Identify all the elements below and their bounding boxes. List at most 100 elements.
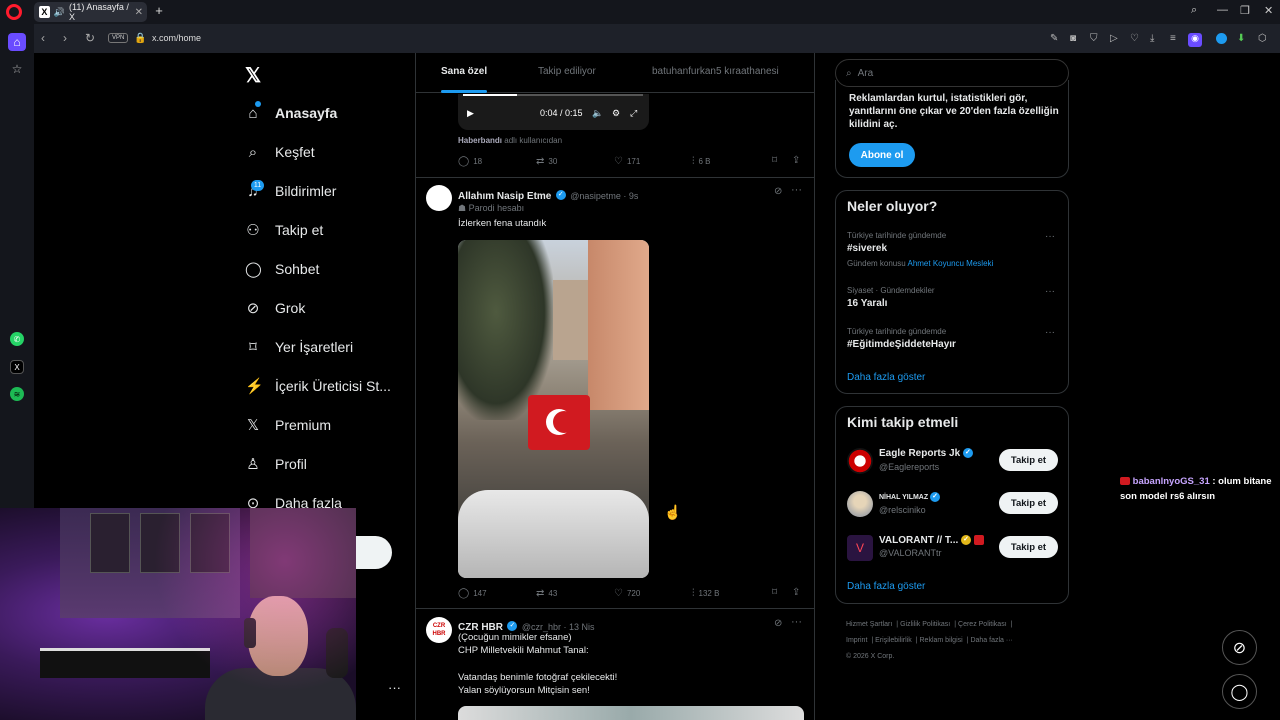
more-icon[interactable]: ··· (1045, 286, 1055, 297)
nav-grok[interactable]: ⊘ Grok (245, 296, 306, 320)
bookmark-button[interactable]: ⌑ (772, 587, 777, 598)
shield-icon[interactable]: ⛉ (1090, 33, 1098, 44)
trend-name[interactable]: #EğitimdeŞiddeteHayır (847, 339, 956, 350)
valorant-logo-icon[interactable]: V (847, 535, 873, 561)
edit-icon[interactable]: ✎ (1050, 33, 1058, 44)
follow-name[interactable]: NİHAL YILMAZ ✓ (879, 492, 941, 502)
play-icon[interactable]: ▷ (1110, 33, 1118, 44)
star-icon[interactable]: ☆ (8, 60, 26, 78)
x-logo-icon[interactable]: 𝕏 (245, 63, 261, 88)
messages-fab-button[interactable]: ◯ (1222, 674, 1257, 709)
follow-name[interactable]: VALORANT // T... ✓ (879, 535, 984, 546)
account-more-icon[interactable]: ··· (388, 680, 401, 695)
follow-name[interactable]: Eagle Reports Jk ✓ (879, 448, 973, 459)
repost-button[interactable]: ⇄ 43 (536, 588, 557, 599)
bookmark-button[interactable]: ⌑ (772, 155, 777, 166)
back-icon[interactable]: ‹ (41, 31, 45, 45)
spotify-icon[interactable]: ≋ (10, 387, 24, 401)
follow-handle[interactable]: @VALORANTtr (879, 548, 941, 558)
repost-button[interactable]: ⇄ 30 (536, 156, 557, 167)
nav-home[interactable]: ⌂ Anasayfa (245, 101, 337, 125)
reload-icon[interactable]: ↻ (85, 31, 95, 45)
post1-handle[interactable]: @nasipetme · 9s (570, 191, 638, 201)
more-icon[interactable]: ··· (791, 184, 802, 196)
maximize-icon[interactable]: ❐ (1240, 4, 1250, 17)
nav-explore[interactable]: ⌕ Keşfet (245, 140, 315, 164)
grok-icon[interactable]: ⊘ (774, 186, 782, 197)
footer-link[interactable]: Reklam bilgisi (920, 637, 963, 644)
share-button[interactable]: ⇪ (792, 587, 800, 598)
views-button[interactable]: ⫶ 132 B (692, 588, 719, 599)
browser-home-icon[interactable]: ⌂ (8, 33, 26, 51)
play-icon[interactable]: ▶ (467, 108, 474, 119)
extension-2-icon[interactable]: ⬇ (1237, 33, 1245, 44)
trend-topic-link[interactable]: Ahmet Koyuncu Mesleki (907, 259, 993, 268)
forward-icon[interactable]: › (63, 31, 67, 45)
browser-search-icon[interactable]: ⌕ (1191, 4, 1197, 17)
footer-link[interactable]: Hizmet Şartları (846, 621, 892, 628)
footer-link[interactable]: Erişilebilirlik (875, 637, 912, 644)
reply-button[interactable]: ◯ 18 (458, 156, 482, 167)
follow-handle[interactable]: @Eaglereports (879, 462, 939, 472)
post2-media[interactable] (458, 706, 804, 720)
views-button[interactable]: ⫶ 6 B (692, 156, 711, 167)
nav-profile[interactable]: ♙ Profil (245, 452, 307, 476)
vpn-badge[interactable]: VPN (108, 33, 129, 43)
post1-name[interactable]: Allahım Nasip Etme (458, 191, 551, 202)
follow-show-more[interactable]: Daha fazla göster (847, 581, 925, 592)
footer-link[interactable]: Imprint (846, 637, 867, 644)
settings-icon[interactable]: ⚙ (612, 108, 620, 119)
tab-for-you[interactable]: Sana özel (441, 66, 487, 77)
heart-icon[interactable]: ♡ (1130, 33, 1139, 44)
extension-1-icon[interactable] (1216, 33, 1227, 44)
follow-button[interactable]: Takip et (999, 536, 1058, 558)
fullscreen-icon[interactable]: ⤢ (630, 108, 637, 119)
download-icon[interactable]: ⤓ (1150, 33, 1154, 44)
menu-icon[interactable]: ≡ (1170, 33, 1176, 44)
new-tab-button[interactable]: + (152, 4, 166, 18)
browser-tab[interactable]: X 🔊 (11) Anasayfa / X ✕ (34, 2, 147, 22)
tab-close-icon[interactable]: ✕ (135, 7, 143, 18)
nav-bookmarks[interactable]: ⌑ Yer İşaretleri (245, 335, 353, 359)
url-field[interactable]: x.com/home (152, 33, 201, 43)
footer-link[interactable]: Gizlilik Politikası (900, 621, 950, 628)
more-icon[interactable]: ··· (1045, 327, 1055, 338)
opera-logo-icon[interactable] (6, 4, 22, 20)
speaker-icon[interactable]: 🔊 (54, 7, 65, 18)
profile-icon[interactable]: ◉ (1188, 33, 1202, 47)
x-sidebar-icon[interactable]: X (10, 360, 24, 374)
post2-handle[interactable]: @czr_hbr · 13 Nis (522, 622, 595, 632)
volume-icon[interactable]: 🔈 (592, 108, 603, 119)
like-button[interactable]: ♡ 720 (614, 588, 640, 599)
trends-show-more[interactable]: Daha fazla göster (847, 372, 925, 383)
reply-button[interactable]: ◯ 147 (458, 588, 487, 599)
camera-icon[interactable]: ◙ (1070, 33, 1076, 44)
nav-creator-studio[interactable]: ⚡ İçerik Üreticisi St... (245, 374, 391, 398)
nav-premium[interactable]: 𝕏 Premium (245, 413, 331, 437)
follow-handle[interactable]: @relsciniko (879, 505, 926, 515)
tab-following[interactable]: Takip ediliyor (538, 66, 596, 77)
extensions-icon[interactable]: ⬡ (1258, 33, 1267, 44)
avatar[interactable] (847, 491, 873, 517)
footer-link[interactable]: Çerez Politikası (958, 621, 1007, 628)
follow-button[interactable]: Takip et (999, 492, 1058, 514)
lock-icon[interactable]: 🔒 (134, 33, 146, 44)
more-icon[interactable]: ··· (791, 616, 802, 628)
like-button[interactable]: ♡ 171 (614, 156, 640, 167)
avatar[interactable]: CZR HBR (426, 617, 452, 643)
tab-community[interactable]: batuhanfurkan5 kıraathanesi (652, 66, 779, 77)
trend-name[interactable]: #siverek (847, 243, 887, 254)
nav-follow[interactable]: ⚇ Takip et (245, 218, 323, 242)
follow-button[interactable]: Takip et (999, 449, 1058, 471)
minimize-icon[interactable]: — (1217, 4, 1228, 16)
avatar[interactable] (847, 448, 873, 474)
avatar[interactable] (426, 185, 452, 211)
share-button[interactable]: ⇪ (792, 155, 800, 166)
grok-icon[interactable]: ⊘ (774, 618, 782, 629)
footer-link[interactable]: Daha fazla ··· (970, 637, 1012, 644)
nav-chat[interactable]: ◯ Sohbet (245, 257, 319, 281)
whatsapp-icon[interactable]: ✆ (10, 332, 24, 346)
subscribe-button[interactable]: Abone ol (849, 143, 915, 167)
grok-fab-button[interactable]: ⊘ (1222, 630, 1257, 665)
more-icon[interactable]: ··· (1045, 231, 1055, 242)
